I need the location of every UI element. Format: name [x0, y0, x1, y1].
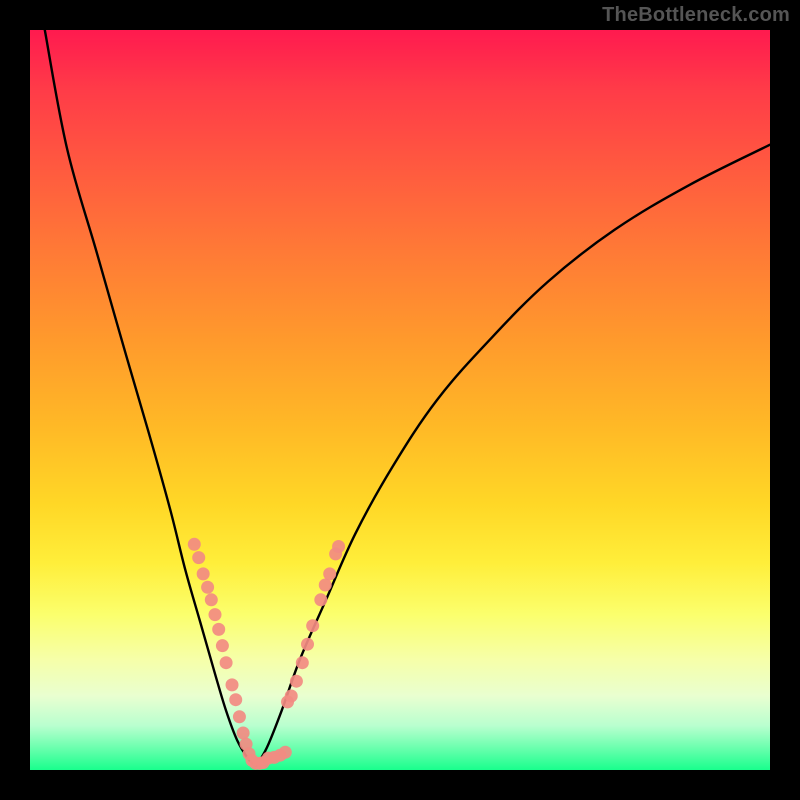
scatter-point	[306, 619, 319, 632]
scatter-point	[220, 656, 233, 669]
scatter-point	[314, 593, 327, 606]
scatter-point	[290, 675, 303, 688]
scatter-group	[188, 538, 345, 770]
scatter-point	[279, 746, 292, 759]
scatter-point	[197, 567, 210, 580]
scatter-point	[301, 638, 314, 651]
scatter-point	[323, 567, 336, 580]
scatter-point	[332, 540, 345, 553]
curve-right-branch	[256, 145, 770, 767]
scatter-point	[209, 608, 222, 621]
scatter-point	[296, 656, 309, 669]
scatter-point	[212, 623, 225, 636]
scatter-point	[192, 551, 205, 564]
chart-container: TheBottleneck.com	[0, 0, 800, 800]
scatter-point	[205, 593, 218, 606]
scatter-point	[319, 579, 332, 592]
watermark-text: TheBottleneck.com	[602, 4, 790, 27]
curve-left-branch	[45, 30, 256, 766]
scatter-point	[216, 639, 229, 652]
scatter-point	[285, 690, 298, 703]
scatter-point	[233, 710, 246, 723]
plot-area	[30, 30, 770, 770]
chart-svg	[30, 30, 770, 770]
scatter-point	[188, 538, 201, 551]
scatter-point	[226, 678, 239, 691]
scatter-point	[229, 693, 242, 706]
scatter-point	[201, 581, 214, 594]
scatter-point	[237, 727, 250, 740]
curve-group	[45, 30, 770, 766]
